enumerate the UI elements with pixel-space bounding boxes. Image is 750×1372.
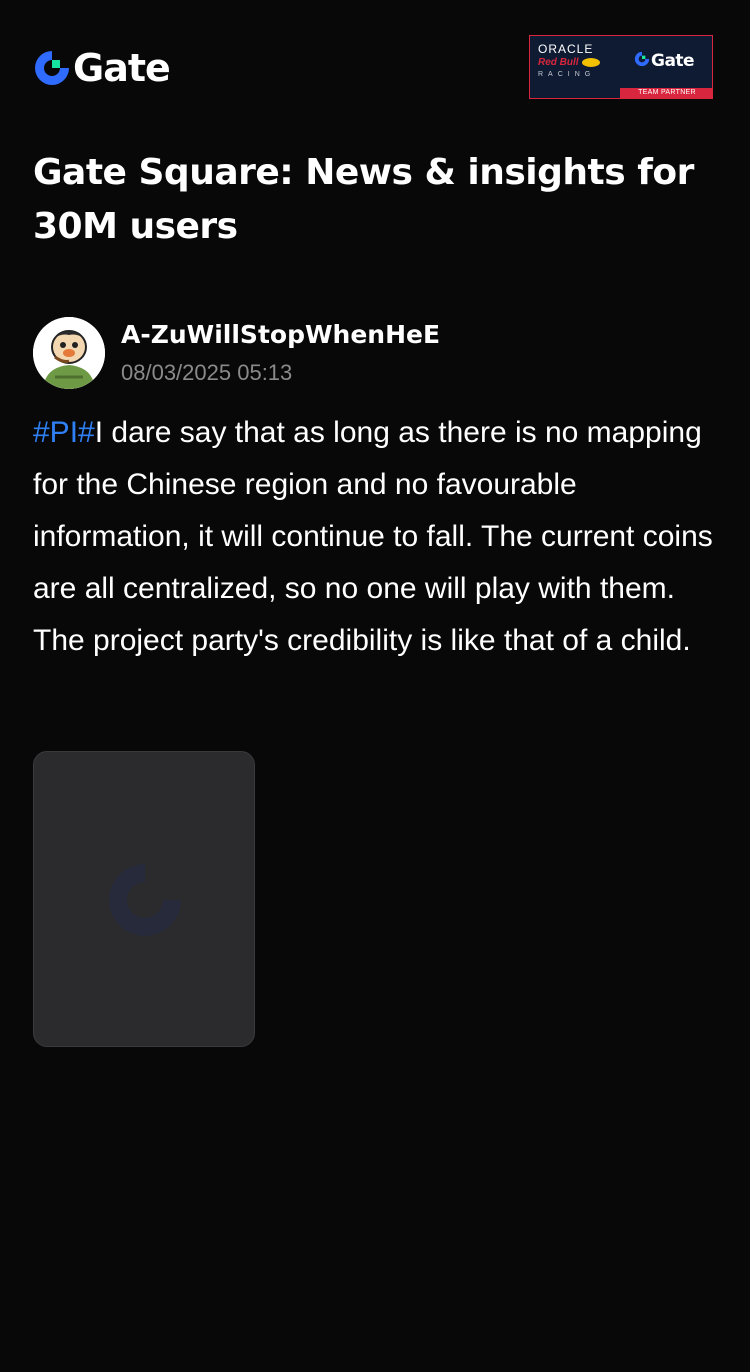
gate-logo-icon	[33, 49, 71, 87]
red-bull-emblem-icon	[581, 58, 600, 67]
oracle-wordmark: ORACLE	[538, 42, 594, 56]
gate-logo[interactable]: Gate	[33, 46, 171, 90]
page-title: Gate Square: News & insights for 30M use…	[33, 152, 694, 247]
gate-logo-placeholder-icon	[105, 860, 185, 945]
site-header: Gate ORACLE Red Bull RACING Gate TEAM PA…	[0, 0, 750, 130]
post-author: A-ZuWillStopWhenHeE 08/03/2025 05:13	[33, 317, 713, 389]
cartoon-avatar-icon	[33, 317, 105, 389]
team-partner-badge: ORACLE Red Bull RACING Gate TEAM PARTNER	[529, 35, 713, 99]
partner-gate-logo: Gate	[634, 50, 695, 72]
red-bull-text: Red Bull	[538, 57, 579, 68]
avatar[interactable]	[33, 317, 105, 389]
partner-gate-text: Gate	[651, 51, 695, 71]
oracle-red-bull-racing-logo: ORACLE Red Bull RACING	[538, 42, 618, 86]
gate-logo-small-icon	[634, 51, 650, 72]
post-text: I dare say that as long as there is no m…	[33, 416, 713, 657]
racing-wordmark: RACING	[538, 71, 596, 78]
team-partner-label: TEAM PARTNER	[620, 88, 712, 98]
post-body: #PI#I dare say that as long as there is …	[33, 407, 713, 667]
post-image[interactable]	[33, 751, 255, 1047]
post-timestamp: 08/03/2025 05:13	[121, 360, 293, 385]
hashtag-link[interactable]: #PI#	[33, 416, 95, 449]
red-bull-wordmark: Red Bull	[538, 56, 618, 69]
brand-name: Gate	[73, 46, 171, 90]
author-name[interactable]: A-ZuWillStopWhenHeE	[121, 319, 440, 351]
